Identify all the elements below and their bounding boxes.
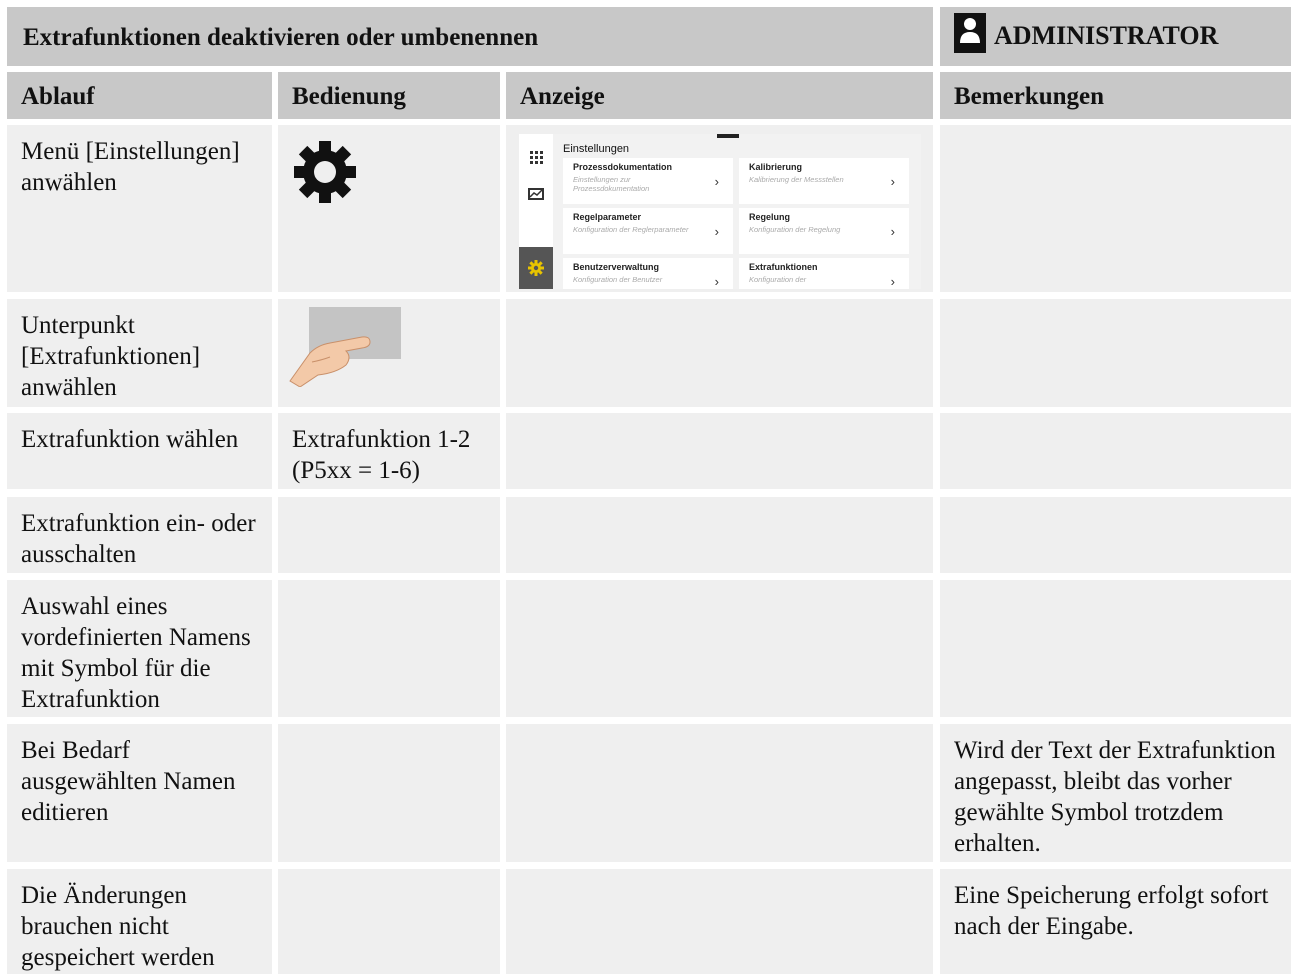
table-row-2-bedienung (278, 299, 500, 407)
column-header-ablauf: Ablauf (7, 72, 272, 119)
settings-screenshot: Einstellungen Prozessdokumentation Einst… (519, 134, 921, 289)
column-header-label: Anzeige (520, 83, 605, 110)
step-text: Bei Bedarf ausgewählten Namen editieren (21, 737, 236, 826)
step-text: Extrafunktion wählen (21, 426, 239, 453)
table-row-7-bedienung (278, 869, 500, 974)
table-row-6-anzeige (506, 724, 933, 862)
table-row-5-anzeige (506, 580, 933, 717)
touch-hand-icon (289, 307, 401, 387)
chart-icon (528, 188, 544, 200)
gear-icon (294, 141, 356, 203)
screenshot-title: Einstellungen (563, 143, 630, 155)
table-row-6-ablauf: Bei Bedarf ausgewählten Namen editieren (7, 724, 272, 862)
tile-heading: Regelparameter (573, 212, 642, 222)
screenshot-tile-extrafunktionen: Extrafunktionen Konfiguration der › (739, 258, 909, 289)
step-text: Unterpunkt [Extrafunktionen] anwählen (21, 312, 201, 401)
table-row-3-anzeige (506, 413, 933, 489)
role-text: ADMINISTRATOR (994, 21, 1219, 50)
table-row-6-bedienung (278, 724, 500, 862)
chevron-right-icon: › (714, 174, 719, 189)
table-row-7-ablauf: Die Änderungen brauchen nicht gespeicher… (7, 869, 272, 974)
table-row-1-anzeige: Einstellungen Prozessdokumentation Einst… (506, 125, 933, 292)
tile-subtitle: Kalibrierung der Messstellen (749, 175, 844, 184)
chevron-right-icon: › (890, 274, 895, 289)
table-row-5-ablauf: Auswahl eines vordefinierten Namens mit … (7, 580, 272, 717)
operation-text: Extrafunktion 1-2 (P5xx = 1-6) (292, 426, 471, 484)
user-icon (954, 13, 986, 53)
column-header-label: Bedienung (292, 83, 406, 110)
table-row-2-anzeige (506, 299, 933, 407)
role-bar: ADMINISTRATOR (940, 7, 1291, 66)
step-text: Extrafunktion ein- oder ausschalten (21, 510, 256, 568)
column-header-bedienung: Bedienung (278, 72, 500, 119)
table-row-6-bemerkungen: Wird der Text der Extrafunktion angepass… (940, 724, 1291, 862)
remark-text: Wird der Text der Extrafunktion angepass… (954, 737, 1276, 857)
tile-heading: Extrafunktionen (749, 262, 818, 272)
column-header-bemerkungen: Bemerkungen (940, 72, 1291, 119)
remark-text: Eine Speicherung erfolgt sofort nach der… (954, 882, 1269, 940)
table-row-2-ablauf: Unterpunkt [Extrafunktionen] anwählen (7, 299, 272, 407)
title-bar: Extrafunktionen deaktivieren oder umbene… (7, 7, 933, 66)
table-row-4-bedienung (278, 497, 500, 573)
page-title: Extrafunktionen deaktivieren oder umbene… (23, 24, 539, 51)
tile-subtitle: Einstellungen zur Prozessdokumentation (573, 175, 650, 193)
step-text: Die Änderungen brauchen nicht gespeicher… (21, 882, 215, 971)
tile-subtitle: Konfiguration der (749, 275, 807, 284)
tile-subtitle: Konfiguration der Benutzer (573, 275, 663, 284)
table-row-3-bemerkungen (940, 413, 1291, 489)
table-row-1-bedienung (278, 125, 500, 292)
step-text: Auswahl eines vordefinierten Namens mit … (21, 593, 251, 713)
column-header-label: Bemerkungen (954, 83, 1104, 110)
chevron-right-icon: › (714, 274, 719, 289)
step-text: Menü [Einstellungen] anwählen (21, 138, 240, 196)
screenshot-tile-regelparameter: Regelparameter Konfiguration der Reglerp… (563, 208, 733, 254)
table-row-1-bemerkungen (940, 125, 1291, 292)
column-header-label: Ablauf (21, 83, 95, 110)
table-row-4-anzeige (506, 497, 933, 573)
table-row-5-bedienung (278, 580, 500, 717)
screenshot-tile-benutzerverwaltung: Benutzerverwaltung Konfiguration der Ben… (563, 258, 733, 289)
screenshot-tile-prozessdokumentation: Prozessdokumentation Einstellungen zur P… (563, 158, 733, 204)
screenshot-top-indicator (717, 134, 739, 138)
table-row-4-bemerkungen (940, 497, 1291, 573)
chevron-right-icon: › (890, 174, 895, 189)
tile-heading: Benutzerverwaltung (573, 262, 660, 272)
screenshot-tile-regelung: Regelung Konfiguration der Regelung › (739, 208, 909, 254)
screenshot-tile-kalibrierung: Kalibrierung Kalibrierung der Messstelle… (739, 158, 909, 204)
role-label: ADMINISTRATOR (954, 13, 1218, 53)
tile-subtitle: Konfiguration der Reglerparameter (573, 225, 689, 234)
table-row-4-ablauf: Extrafunktion ein- oder ausschalten (7, 497, 272, 573)
tile-subtitle: Konfiguration der Regelung (749, 225, 841, 234)
table-row-2-bemerkungen (940, 299, 1291, 407)
tile-heading: Kalibrierung (749, 162, 803, 172)
chevron-right-icon: › (714, 224, 719, 239)
grid-icon (530, 151, 543, 164)
table-row-7-anzeige (506, 869, 933, 974)
table-row-3-bedienung: Extrafunktion 1-2 (P5xx = 1-6) (278, 413, 500, 489)
table-row-5-bemerkungen (940, 580, 1291, 717)
table-row-1-ablauf: Menü [Einstellungen] anwählen (7, 125, 272, 292)
table-row-3-ablauf: Extrafunktion wählen (7, 413, 272, 489)
tile-heading: Prozessdokumentation (573, 162, 673, 172)
settings-gear-icon (528, 260, 544, 276)
table-row-7-bemerkungen: Eine Speicherung erfolgt sofort nach der… (940, 869, 1291, 974)
screenshot-settings-tab (519, 247, 553, 289)
chevron-right-icon: › (890, 224, 895, 239)
tile-heading: Regelung (749, 212, 791, 222)
column-header-anzeige: Anzeige (506, 72, 933, 119)
